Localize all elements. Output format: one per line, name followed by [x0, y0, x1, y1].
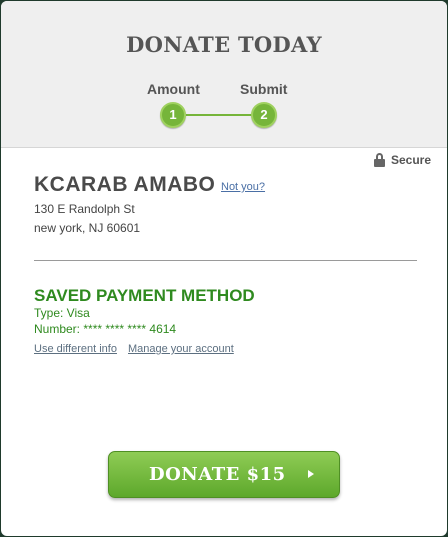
card-type: Type: Visa [34, 306, 90, 320]
play-arrow-icon [308, 470, 314, 478]
donate-button-label: DONATE $15 [149, 464, 286, 485]
manage-account-link[interactable]: Manage your account [128, 343, 234, 355]
donor-name: KCARAB AMABO [34, 173, 216, 196]
section-divider [34, 260, 417, 261]
donate-button[interactable]: DONATE $15 [108, 451, 340, 498]
step-1-indicator[interactable]: 1 [160, 102, 186, 128]
card-number: Number: **** **** **** 4614 [34, 322, 177, 336]
page-title: DONATE TODAY [126, 32, 322, 57]
secure-badge: Secure [373, 153, 431, 167]
secure-label: Secure [390, 153, 431, 167]
payment-method-heading: SAVED PAYMENT METHOD [34, 286, 255, 305]
lock-icon [373, 153, 385, 167]
step-submit-label: Submit [240, 81, 288, 97]
address-line-2: new york, NJ 60601 [34, 221, 141, 235]
step-connector [186, 114, 252, 116]
step-amount-label: Amount [147, 81, 200, 97]
address-line-1: 130 E Randolph St [34, 202, 135, 216]
not-you-link[interactable]: Not you? [221, 181, 265, 193]
donation-panel: DONATE TODAY Amount Submit 1 2 Secure KC… [1, 1, 447, 536]
donate-header: DONATE TODAY Amount Submit 1 2 [1, 1, 447, 148]
step-2-indicator: 2 [251, 102, 277, 128]
use-different-info-link[interactable]: Use different info [34, 343, 117, 355]
